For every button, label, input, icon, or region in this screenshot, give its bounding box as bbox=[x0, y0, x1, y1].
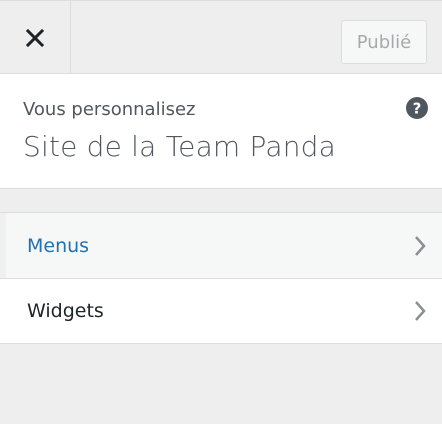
section-widgets[interactable]: Widgets bbox=[0, 278, 442, 343]
svg-text:?: ? bbox=[413, 100, 422, 118]
section-menus[interactable]: Menus bbox=[0, 213, 442, 278]
site-title: Site de la Team Panda bbox=[23, 130, 336, 163]
publish-button[interactable]: Publié bbox=[341, 20, 427, 64]
customizer-sections: Menus Widgets bbox=[0, 212, 442, 344]
close-icon bbox=[26, 28, 44, 47]
chevron-right-icon bbox=[415, 301, 426, 321]
customize-info-panel: Vous personnalisez Site de la Team Panda… bbox=[0, 74, 442, 189]
help-icon[interactable]: ? bbox=[406, 97, 428, 119]
close-button[interactable] bbox=[0, 1, 71, 74]
customizing-label: Vous personnalisez bbox=[23, 99, 196, 120]
section-label: Widgets bbox=[27, 300, 104, 322]
customizer-header: Publié bbox=[0, 0, 442, 74]
chevron-right-icon bbox=[415, 235, 426, 256]
section-label: Menus bbox=[27, 234, 90, 257]
